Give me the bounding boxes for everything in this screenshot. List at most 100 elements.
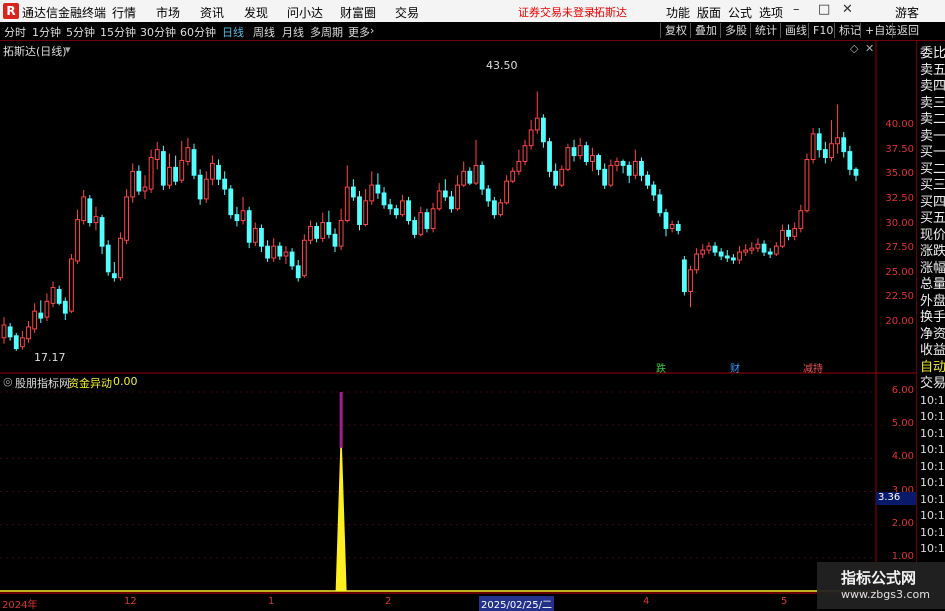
candle-body[interactable] [620, 160, 626, 166]
quote-panel-item[interactable]: 委比 [920, 46, 945, 62]
candle-body[interactable] [608, 164, 614, 186]
menu-item-discover[interactable]: 发现 [244, 4, 268, 21]
menu-formula[interactable]: 公式 [728, 4, 752, 21]
menu-options[interactable]: 选项 [759, 4, 783, 21]
chevron-down-icon[interactable]: ▾ [65, 43, 71, 56]
candle-body[interactable] [424, 212, 430, 229]
candle-body[interactable] [265, 245, 270, 259]
quote-panel-item[interactable]: 10:18 [920, 409, 945, 425]
candle-body[interactable] [780, 229, 785, 247]
candle-body[interactable] [504, 180, 510, 204]
quote-panel-item[interactable]: 现价 [920, 228, 945, 244]
quote-panel-item[interactable]: 10:18 [920, 393, 945, 409]
candle-body[interactable] [350, 186, 356, 198]
candle-body[interactable] [853, 168, 859, 176]
menu-item-wealth[interactable]: 财富圈 [340, 4, 376, 21]
quote-panel-item[interactable]: 净资 [920, 327, 945, 343]
candle-body[interactable] [792, 227, 798, 237]
candle-body[interactable] [154, 149, 160, 160]
candle-body[interactable] [271, 245, 277, 259]
candle-body[interactable] [829, 143, 834, 159]
candle-body[interactable] [344, 186, 350, 222]
candle-body[interactable] [62, 300, 68, 314]
menu-item-news[interactable]: 资讯 [200, 4, 224, 21]
candle-body[interactable] [19, 337, 25, 348]
candle-body[interactable] [105, 244, 111, 273]
quote-panel-item[interactable]: 买三 [920, 178, 945, 194]
quote-panel-item[interactable]: 总量 [920, 277, 945, 293]
candle-body[interactable] [99, 217, 105, 247]
quote-panel-item[interactable]: 10:18 [920, 459, 945, 475]
candle-body[interactable] [332, 233, 338, 247]
user-guest[interactable]: 游客 [895, 4, 919, 21]
quote-panel-item[interactable]: 卖三 [920, 96, 945, 112]
candle-body[interactable] [737, 251, 742, 261]
candle-body[interactable] [675, 224, 681, 231]
candle-body[interactable] [455, 184, 460, 210]
candle-body[interactable] [1, 324, 7, 339]
candle-body[interactable] [369, 184, 375, 202]
quote-panel-item[interactable]: 买二 [920, 162, 945, 178]
candle-body[interactable] [547, 141, 552, 172]
candle-body[interactable] [210, 162, 215, 180]
candle-body[interactable] [657, 194, 663, 214]
candle-body[interactable] [26, 326, 31, 340]
candle-body[interactable] [467, 170, 473, 184]
candle-body[interactable] [724, 255, 730, 259]
candle-body[interactable] [191, 149, 197, 176]
candle-body[interactable] [314, 225, 320, 239]
candle-body[interactable] [173, 166, 179, 182]
candle-body[interactable] [136, 170, 142, 192]
candle-body[interactable] [252, 227, 258, 243]
candle-body[interactable] [810, 133, 816, 160]
candle-body[interactable] [449, 196, 454, 210]
menu-item-ask[interactable]: 问小达 [287, 4, 323, 21]
candle-body[interactable] [38, 312, 44, 319]
quote-panel-item[interactable]: 买四 [920, 195, 945, 211]
candle-body[interactable] [289, 251, 295, 267]
quote-panel-item[interactable]: 10:18 [920, 541, 945, 557]
candle-body[interactable] [522, 145, 528, 162]
candle-body[interactable] [651, 184, 657, 196]
candle-body[interactable] [148, 157, 154, 190]
candle-body[interactable] [197, 174, 203, 200]
candle-body[interactable] [669, 224, 675, 229]
quote-panel-item[interactable]: 10:18 [920, 492, 945, 508]
period-tab-60min[interactable]: 60分钟 [180, 24, 216, 40]
candle-body[interactable] [822, 149, 828, 159]
candle-body[interactable] [639, 160, 644, 176]
quote-panel-item[interactable]: 涨跌 [920, 244, 945, 260]
period-tab-more[interactable]: 更多 [348, 24, 370, 40]
candle-body[interactable] [718, 251, 724, 257]
candle-body[interactable] [749, 247, 755, 251]
candle-body[interactable] [491, 200, 497, 216]
menu-item-trade[interactable]: 交易 [395, 4, 419, 21]
tool-draw[interactable]: 画线 [780, 23, 811, 38]
candle-body[interactable] [553, 170, 559, 186]
candle-body[interactable] [681, 259, 687, 292]
candle-body[interactable] [540, 117, 546, 143]
candle-body[interactable] [847, 151, 853, 170]
candle-body[interactable] [363, 200, 369, 225]
candle-body[interactable] [663, 212, 669, 229]
period-tab-intraday[interactable]: 分时 [4, 24, 26, 40]
candle-body[interactable] [590, 155, 595, 162]
tool-overlay[interactable]: 叠加 [690, 23, 721, 38]
candle-body[interactable] [130, 170, 136, 198]
candle-body[interactable] [179, 159, 185, 181]
event-tag-fall[interactable]: 跌 [656, 360, 666, 375]
quote-panel-item[interactable]: 换手 [920, 310, 945, 326]
candle-body[interactable] [167, 166, 172, 186]
candle-body[interactable] [565, 147, 571, 170]
menu-item-quotes[interactable]: 行情 [112, 4, 136, 21]
candle-body[interactable] [216, 164, 221, 180]
candle-body[interactable] [44, 300, 50, 318]
candle-body[interactable] [786, 229, 791, 237]
candle-body[interactable] [228, 188, 234, 216]
quote-panel-item[interactable]: 交易 [920, 376, 945, 392]
candle-body[interactable] [240, 210, 246, 222]
candle-body[interactable] [93, 216, 99, 224]
candle-body[interactable] [124, 196, 129, 241]
close-icon[interactable]: ✕ [842, 2, 853, 17]
period-tab-multi[interactable]: 多周期 [310, 24, 343, 40]
